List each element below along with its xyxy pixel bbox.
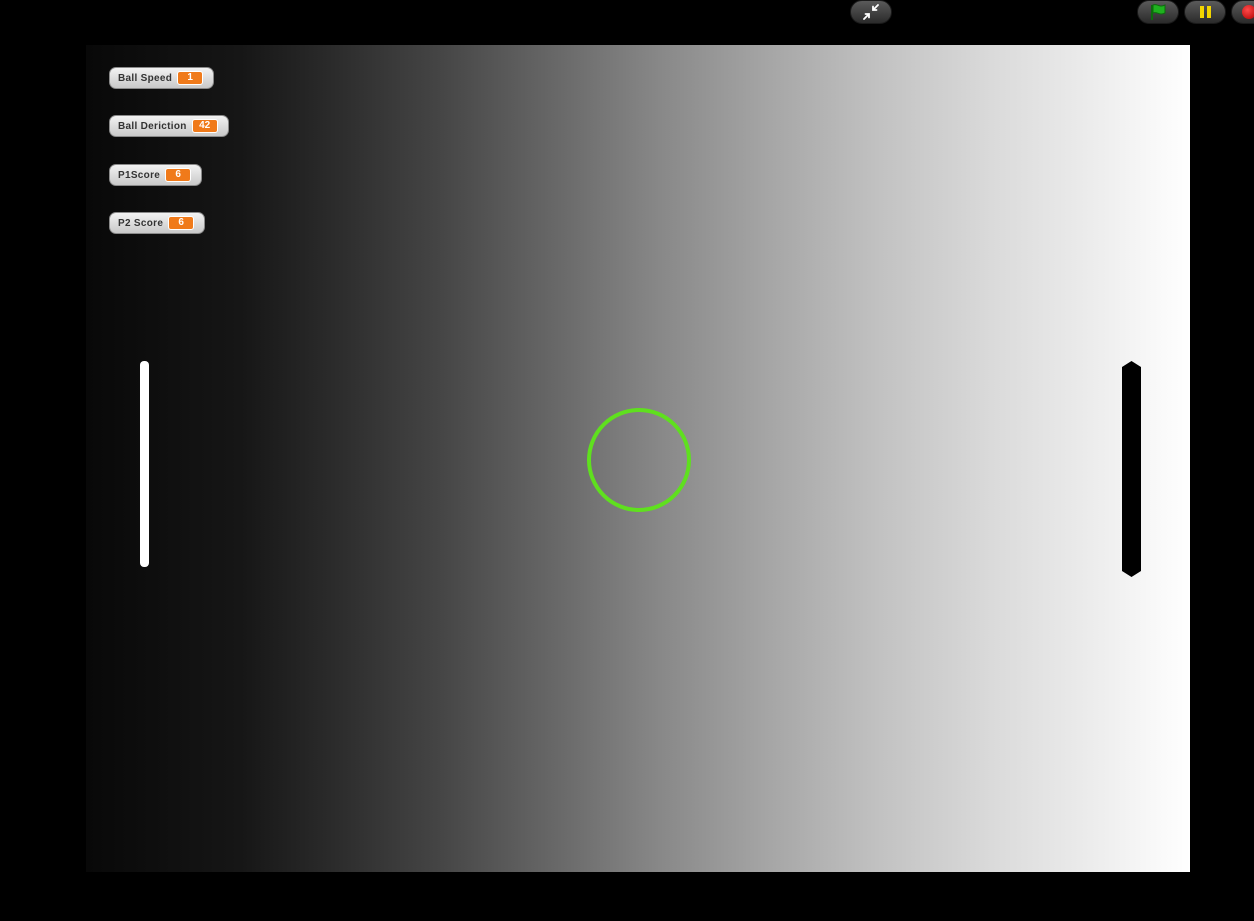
- p2-score-monitor: P2 Score 6: [109, 212, 206, 234]
- game-window: Ball Speed 1 Ball Deriction 42 P1Score 6…: [0, 0, 1254, 921]
- right-paddle: [1122, 361, 1141, 577]
- monitor-label: Ball Deriction: [118, 120, 187, 132]
- monitor-value: 6: [165, 168, 192, 182]
- p1-score-monitor: P1Score 6: [109, 164, 203, 186]
- monitor-label: P1Score: [118, 169, 161, 181]
- exit-fullscreen-button[interactable]: [850, 0, 892, 24]
- stop-sign-icon: [1242, 5, 1254, 19]
- ball-direction-monitor: Ball Deriction 42: [109, 115, 229, 137]
- shrink-arrows-icon: [863, 4, 879, 20]
- ball: [587, 408, 691, 512]
- ball-speed-monitor: Ball Speed 1: [109, 67, 215, 89]
- green-flag-button[interactable]: [1137, 0, 1179, 24]
- monitor-value: 6: [168, 216, 195, 230]
- monitor-label: P2 Score: [118, 217, 164, 229]
- monitor-label: Ball Speed: [118, 72, 173, 84]
- monitor-value: 42: [191, 119, 218, 133]
- pause-icon: [1199, 6, 1211, 18]
- monitor-value: 1: [177, 71, 204, 85]
- green-flag-icon: [1151, 4, 1166, 20]
- left-paddle: [140, 361, 149, 567]
- game-stage[interactable]: Ball Speed 1 Ball Deriction 42 P1Score 6…: [86, 45, 1190, 872]
- stop-button[interactable]: [1231, 0, 1254, 24]
- pause-button[interactable]: [1184, 0, 1226, 24]
